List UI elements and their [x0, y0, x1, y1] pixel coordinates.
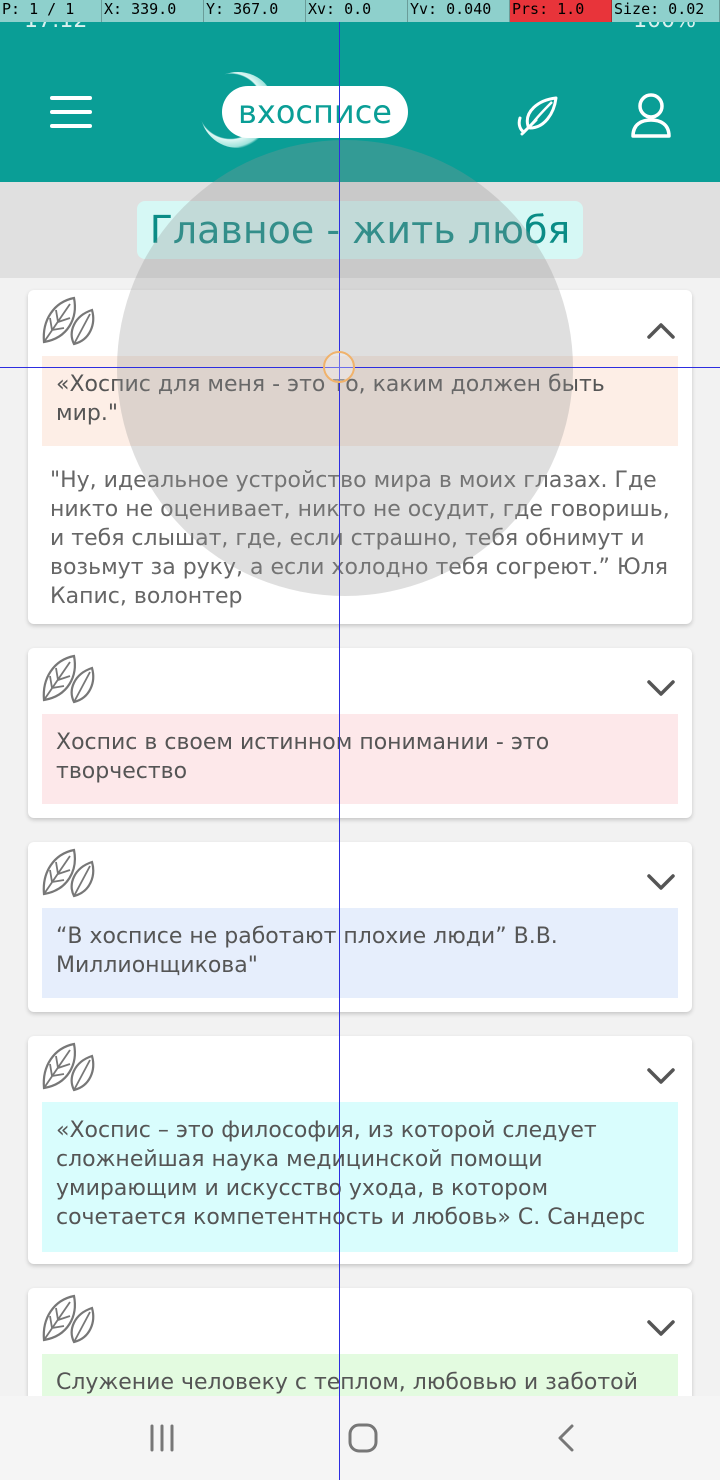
quote-text: «Хоспис – это философия, из которой след… [42, 1102, 678, 1252]
chevron-down-icon[interactable] [646, 872, 676, 892]
debug-yv: Yv: 0.040 [408, 0, 510, 22]
quote-card[interactable]: Хоспис в своем истинном понимании - это … [28, 648, 692, 818]
section-title: Главное - жить любя [137, 201, 583, 259]
chevron-down-icon[interactable] [646, 678, 676, 698]
quote-card[interactable]: Служение человеку с теплом, любовью и за… [28, 1288, 692, 1396]
home-icon[interactable] [343, 1422, 383, 1454]
pointer-crosshair-vertical [339, 0, 340, 1480]
pointer-crosshair-horizontal [0, 367, 720, 368]
quote-text: Хоспис в своем истинном понимании - это … [42, 714, 678, 804]
debug-pointer: P: 1 / 1 [0, 0, 102, 22]
pointer-location-overlay: P: 1 / 1 X: 339.0 Y: 367.0 Xv: 0.0 Yv: 0… [0, 0, 720, 22]
debug-x: X: 339.0 [102, 0, 204, 22]
leaf-icon [42, 848, 95, 898]
quote-body: "Ну, идеальное устройство мира в моих гл… [50, 468, 670, 609]
debug-y: Y: 367.0 [204, 0, 306, 22]
quote-text: Служение человеку с теплом, любовью и за… [42, 1354, 678, 1396]
chevron-down-icon[interactable] [646, 1318, 676, 1338]
chevron-up-icon[interactable] [646, 320, 676, 340]
debug-pressure: Prs: 1.0 [510, 0, 612, 22]
leaf-icon [42, 1294, 95, 1344]
feather-pen-icon[interactable] [516, 94, 562, 140]
user-profile-icon[interactable] [628, 92, 674, 140]
debug-size: Size: 0.02 [612, 0, 720, 22]
leaf-icon [42, 654, 95, 704]
section-header: Главное - жить любя [0, 182, 720, 278]
back-icon[interactable] [546, 1422, 586, 1454]
system-nav-bar [0, 1396, 720, 1480]
quote-card[interactable]: «Хоспис для меня - это то, каким должен … [28, 290, 692, 624]
chevron-down-icon[interactable] [646, 1066, 676, 1086]
debug-xv: Xv: 0.0 [306, 0, 408, 22]
quote-text: “В хосписе не работают плохие люди” В.В.… [42, 908, 678, 998]
recent-apps-icon[interactable] [142, 1422, 182, 1454]
leaf-icon [42, 1042, 95, 1092]
app-logo: вхосписе [222, 86, 408, 138]
quote-feed[interactable]: «Хоспис для меня - это то, каким должен … [0, 278, 720, 1396]
quote-text: «Хоспис для меня - это то, каким должен … [42, 356, 678, 446]
quote-card[interactable]: “В хосписе не работают плохие люди” В.В.… [28, 842, 692, 1012]
quote-card[interactable]: «Хоспис – это философия, из которой след… [28, 1036, 692, 1264]
touch-point [323, 351, 355, 383]
app-bar: вхосписе [0, 40, 720, 182]
leaf-icon [42, 296, 95, 346]
menu-icon[interactable] [50, 96, 92, 128]
